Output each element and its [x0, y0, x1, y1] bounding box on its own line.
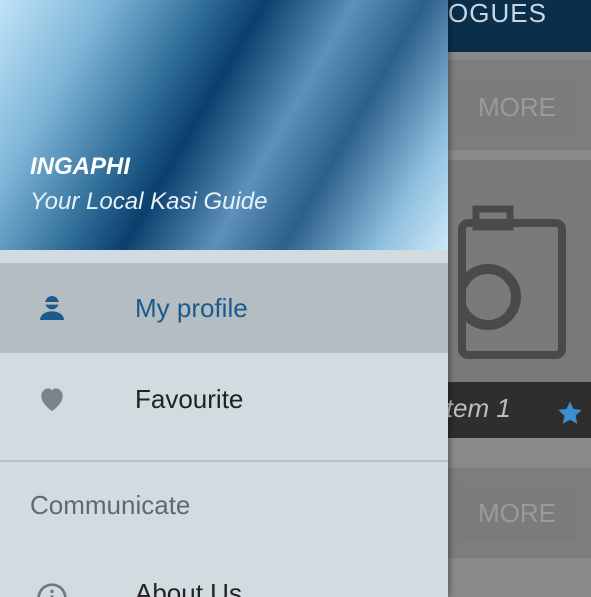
- star-icon[interactable]: [556, 399, 584, 427]
- nav-item-my-profile[interactable]: My profile: [0, 263, 448, 353]
- nav-label-about-us: About Us: [135, 578, 242, 597]
- section-title-communicate: Communicate: [30, 490, 191, 520]
- drawer-header: INGAPHI Your Local Kasi Guide: [0, 0, 448, 250]
- more-button[interactable]: MORE: [458, 486, 576, 540]
- camera-icon: [458, 205, 566, 359]
- more-button[interactable]: MORE: [458, 80, 576, 134]
- heart-icon: [41, 388, 63, 411]
- nav-label-favourite: Favourite: [135, 383, 244, 414]
- item-caption: item 1: [440, 393, 511, 423]
- divider: [0, 460, 448, 462]
- toolbar-title: OGUES: [448, 0, 547, 28]
- navigation-drawer: INGAPHI Your Local Kasi Guide My profile…: [0, 0, 448, 597]
- nav-item-favourite[interactable]: Favourite: [0, 354, 448, 444]
- nav-label-my-profile: My profile: [135, 292, 248, 323]
- info-icon: [37, 583, 67, 597]
- nav-item-about-us[interactable]: About Us: [0, 560, 448, 597]
- app-tagline: Your Local Kasi Guide: [30, 188, 268, 215]
- person-icon: [40, 296, 64, 320]
- app-name: INGAPHI: [30, 153, 131, 180]
